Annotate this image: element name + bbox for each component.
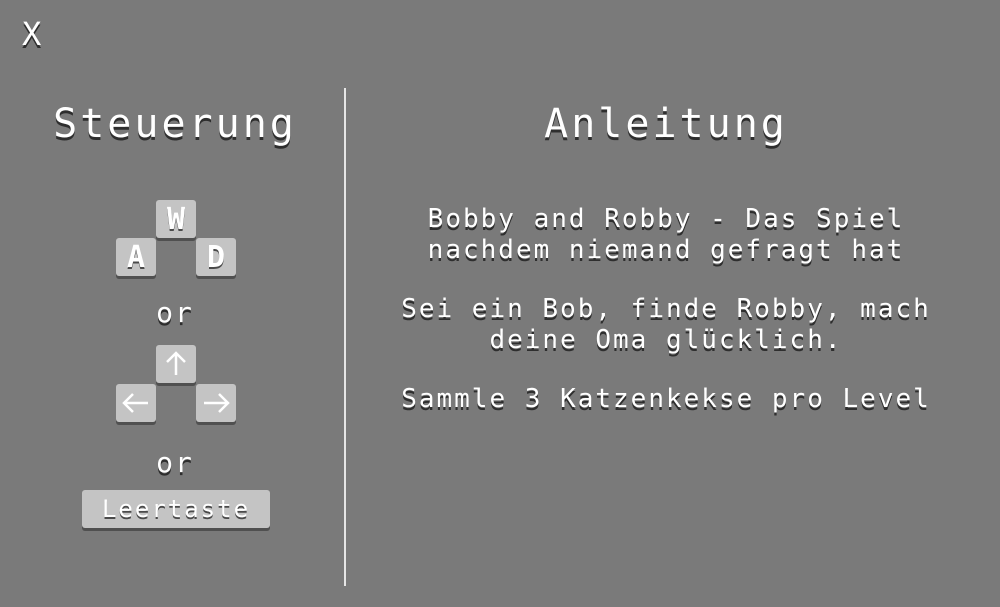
key-space: Leertaste [82,490,270,528]
up-arrow-icon [166,351,186,375]
or-separator-2: or [156,446,194,479]
instructions-line-4: deine Oma glücklich. [489,325,843,355]
key-space-label: Leertaste [101,495,251,523]
key-a-label: A [126,239,146,275]
key-d-label: D [206,239,226,275]
right-arrow-icon [204,393,230,413]
left-arrow-icon [122,393,148,413]
key-arrow-up [156,345,196,383]
key-a: A [116,238,156,276]
instructions-line-2: nachdem niemand gefragt hat [427,235,905,265]
or-separator-1: or [156,296,194,329]
key-arrow-right [196,384,236,422]
key-w-label: W [166,201,186,237]
key-w: W [156,200,196,238]
key-arrow-left [116,384,156,422]
key-d: D [196,238,236,276]
controls-title: Steuerung [53,101,297,147]
instructions-line-5: Sammle 3 Katzenkekse pro Level [401,384,931,414]
instructions-title: Anleitung [544,101,788,147]
close-button[interactable]: X [22,14,43,54]
instructions-line-1: Bobby and Robby - Das Spiel [427,204,905,234]
instructions-line-3: Sei ein Bob, finde Robby, mach [401,294,931,324]
